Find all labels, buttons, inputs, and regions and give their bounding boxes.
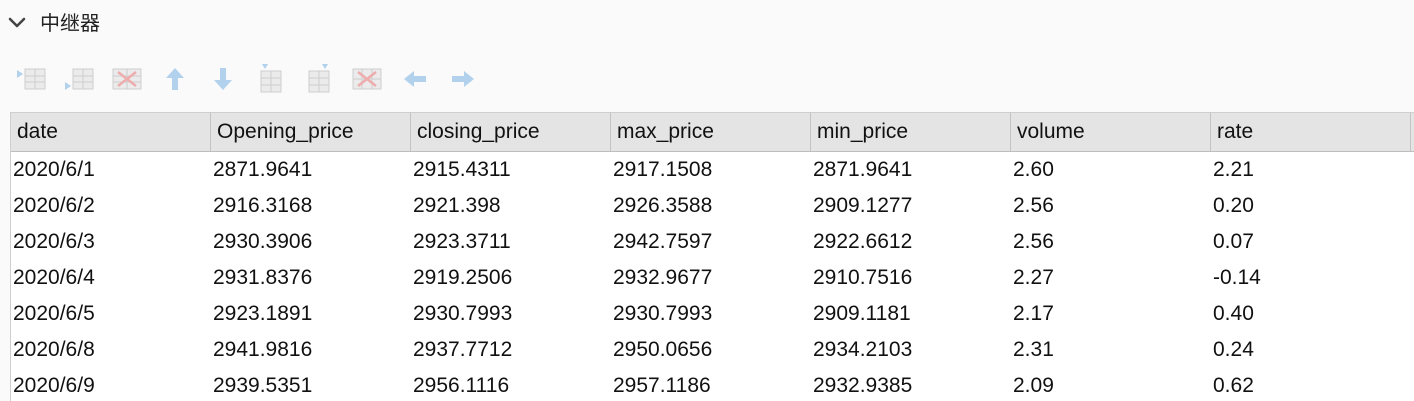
cell-max-price[interactable]: 2917.1508	[611, 152, 811, 188]
insert-column-left-icon	[260, 64, 282, 93]
insert-column-right-icon	[308, 64, 330, 93]
cell-max-price[interactable]: 2926.3588	[611, 188, 811, 224]
cell-min-price[interactable]: 2871.9641	[811, 152, 1011, 188]
delete-row-icon	[112, 68, 142, 90]
insert-row-below-button[interactable]	[62, 62, 96, 96]
move-up-button[interactable]	[158, 62, 192, 96]
cell-min-price[interactable]: 2932.9385	[811, 368, 1011, 401]
cell-opening-price[interactable]: 2931.8376	[211, 260, 411, 296]
cell-date[interactable]: 2020/6/2	[11, 188, 211, 224]
cell-max-price[interactable]: 2932.9677	[611, 260, 811, 296]
cell-closing-price[interactable]: 2921.398	[411, 188, 611, 224]
cell-max-price[interactable]: 2942.7597	[611, 224, 811, 260]
move-left-button[interactable]	[398, 62, 432, 96]
insert-column-right-button[interactable]	[302, 62, 336, 96]
cell-closing-price[interactable]: 2930.7993	[411, 296, 611, 332]
delete-column-button[interactable]	[350, 62, 384, 96]
table-row[interactable]: 2020/6/1 2871.9641 2915.4311 2917.1508 2…	[11, 152, 1414, 188]
insert-column-left-button[interactable]	[254, 62, 288, 96]
cell-volume[interactable]: 2.60	[1011, 152, 1211, 188]
delete-column-icon	[352, 68, 382, 90]
table-row[interactable]: 2020/6/3 2930.3906 2923.3711 2942.7597 2…	[11, 224, 1414, 260]
cell-opening-price[interactable]: 2916.3168	[211, 188, 411, 224]
column-header-date[interactable]: date	[11, 113, 211, 151]
cell-min-price[interactable]: 2922.6612	[811, 224, 1011, 260]
cell-rate[interactable]: 0.20	[1211, 188, 1411, 224]
cell-min-price[interactable]: 2909.1277	[811, 188, 1011, 224]
arrow-right-icon	[452, 71, 474, 87]
table-row[interactable]: 2020/6/5 2923.1891 2930.7993 2930.7993 2…	[11, 296, 1414, 332]
grid-header: date Opening_price closing_price max_pri…	[11, 112, 1414, 152]
cell-opening-price[interactable]: 2939.5351	[211, 368, 411, 401]
column-header-max-price[interactable]: max_price	[611, 113, 811, 151]
cell-date[interactable]: 2020/6/1	[11, 152, 211, 188]
table-row[interactable]: 2020/6/2 2916.3168 2921.398 2926.3588 29…	[11, 188, 1414, 224]
table-row[interactable]: 2020/6/4 2931.8376 2919.2506 2932.9677 2…	[11, 260, 1414, 296]
cell-max-price[interactable]: 2950.0656	[611, 332, 811, 368]
panel-header: 中继器	[0, 0, 1414, 46]
column-header-opening-price[interactable]: Opening_price	[211, 113, 411, 151]
cell-opening-price[interactable]: 2871.9641	[211, 152, 411, 188]
cell-closing-price[interactable]: 2915.4311	[411, 152, 611, 188]
cell-date[interactable]: 2020/6/5	[11, 296, 211, 332]
cell-min-price[interactable]: 2909.1181	[811, 296, 1011, 332]
cell-date[interactable]: 2020/6/9	[11, 368, 211, 401]
data-grid: date Opening_price closing_price max_pri…	[10, 112, 1414, 401]
cell-volume[interactable]: 2.09	[1011, 368, 1211, 401]
cell-date[interactable]: 2020/6/4	[11, 260, 211, 296]
insert-row-above-button[interactable]	[14, 62, 48, 96]
cell-closing-price[interactable]: 2919.2506	[411, 260, 611, 296]
cell-date[interactable]: 2020/6/3	[11, 224, 211, 260]
cell-opening-price[interactable]: 2930.3906	[211, 224, 411, 260]
cell-min-price[interactable]: 2910.7516	[811, 260, 1011, 296]
column-header-closing-price[interactable]: closing_price	[411, 113, 611, 151]
column-header-min-price[interactable]: min_price	[811, 113, 1011, 151]
delete-row-button[interactable]	[110, 62, 144, 96]
cell-closing-price[interactable]: 2937.7712	[411, 332, 611, 368]
move-down-button[interactable]	[206, 62, 240, 96]
table-row[interactable]: 2020/6/8 2941.9816 2937.7712 2950.0656 2…	[11, 332, 1414, 368]
cell-volume[interactable]: 2.27	[1011, 260, 1211, 296]
cell-rate[interactable]: -0.14	[1211, 260, 1411, 296]
arrow-left-icon	[404, 71, 426, 87]
cell-rate[interactable]: 0.24	[1211, 332, 1411, 368]
cell-opening-price[interactable]: 2923.1891	[211, 296, 411, 332]
cell-rate[interactable]: 0.07	[1211, 224, 1411, 260]
cell-min-price[interactable]: 2934.2103	[811, 332, 1011, 368]
move-right-button[interactable]	[446, 62, 480, 96]
cell-rate[interactable]: 0.40	[1211, 296, 1411, 332]
arrow-up-icon	[166, 68, 184, 90]
table-row[interactable]: 2020/6/9 2939.5351 2956.1116 2957.1186 2…	[11, 368, 1414, 401]
arrow-down-icon	[214, 68, 232, 90]
cell-volume[interactable]: 2.31	[1011, 332, 1211, 368]
cell-volume[interactable]: 2.17	[1011, 296, 1211, 332]
cell-opening-price[interactable]: 2941.9816	[211, 332, 411, 368]
insert-row-above-icon	[17, 68, 46, 90]
cell-rate[interactable]: 0.62	[1211, 368, 1411, 401]
repeater-panel: 中继器 date Opening_price closing_price max…	[0, 0, 1414, 401]
column-header-rate[interactable]: rate	[1211, 113, 1411, 151]
cell-max-price[interactable]: 2957.1186	[611, 368, 811, 401]
cell-date[interactable]: 2020/6/8	[11, 332, 211, 368]
column-header-volume[interactable]: volume	[1011, 113, 1211, 151]
cell-max-price[interactable]: 2930.7993	[611, 296, 811, 332]
chevron-down-icon[interactable]	[6, 12, 28, 34]
panel-title: 中继器	[40, 11, 100, 35]
insert-row-below-icon	[65, 68, 94, 90]
repeater-toolbar	[14, 62, 494, 96]
cell-volume[interactable]: 2.56	[1011, 188, 1211, 224]
cell-closing-price[interactable]: 2956.1116	[411, 368, 611, 401]
cell-volume[interactable]: 2.56	[1011, 224, 1211, 260]
cell-rate[interactable]: 2.21	[1211, 152, 1411, 188]
cell-closing-price[interactable]: 2923.3711	[411, 224, 611, 260]
